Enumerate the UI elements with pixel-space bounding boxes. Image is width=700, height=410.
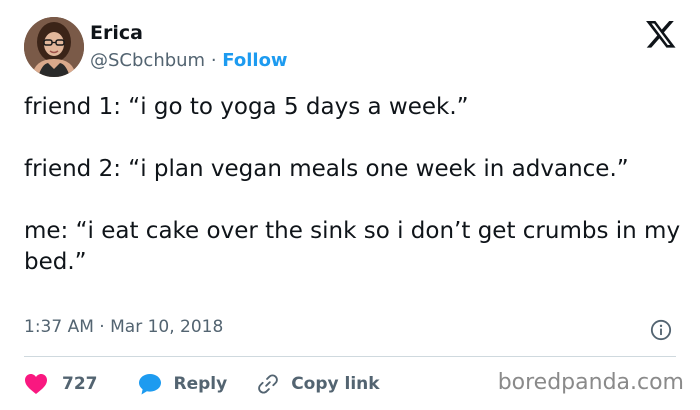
timestamp-separator: · <box>99 317 105 337</box>
follow-button[interactable]: Follow <box>222 50 287 71</box>
tweet-timestamp[interactable]: 1:37 AM · Mar 10, 2018 <box>24 317 223 337</box>
watermark: boredpanda.com <box>497 370 684 395</box>
reply-label: Reply <box>173 374 228 394</box>
copy-link-button[interactable]: Copy link <box>257 373 380 395</box>
link-icon <box>258 374 279 394</box>
info-icon[interactable] <box>650 319 672 341</box>
avatar[interactable] <box>24 17 84 77</box>
x-logo-icon[interactable] <box>645 20 677 50</box>
tweet-text: friend 1: “i go to yoga 5 days a week.” … <box>24 92 684 278</box>
tweet-paragraph: friend 2: “i plan vegan meals one week i… <box>24 156 629 182</box>
like-button[interactable]: 727 <box>24 373 98 395</box>
action-bar: 727 Reply Copy link <box>24 370 380 398</box>
divider <box>24 356 676 357</box>
tweet-time: 1:37 AM <box>24 317 94 337</box>
author-handle-row: @SCbchbum · Follow <box>90 50 288 71</box>
author-handle[interactable]: @SCbchbum <box>90 50 205 71</box>
tweet-paragraph: me: “i eat cake over the sink so i don’t… <box>24 218 681 275</box>
copy-link-label: Copy link <box>291 374 380 394</box>
tweet-date: Mar 10, 2018 <box>110 317 224 337</box>
profile-photo-icon <box>24 17 84 77</box>
author-name[interactable]: Erica <box>90 22 143 44</box>
heart-icon <box>25 374 47 394</box>
tweet-paragraph: friend 1: “i go to yoga 5 days a week.” <box>24 94 469 120</box>
handle-separator: · <box>210 50 217 71</box>
reply-button[interactable]: Reply <box>138 373 228 395</box>
reply-bubble-icon <box>138 374 161 395</box>
like-count: 727 <box>62 374 98 394</box>
